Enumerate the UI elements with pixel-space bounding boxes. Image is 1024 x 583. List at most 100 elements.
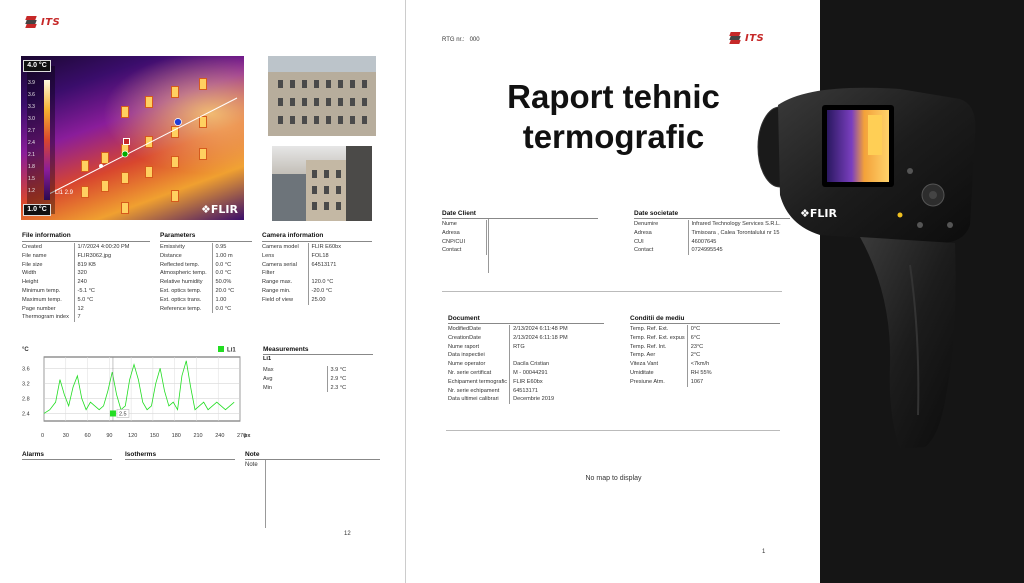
note-title: Note bbox=[245, 451, 260, 458]
row-label: File name bbox=[22, 252, 47, 259]
table-row: CNP/CUI bbox=[442, 237, 492, 247]
row-value: 12 bbox=[73, 304, 132, 314]
table-row: Emissivity 0.95 bbox=[160, 243, 237, 252]
row-value: 0°C bbox=[686, 325, 714, 334]
x-tick-label: 240 bbox=[215, 433, 224, 439]
row-value: 0.0 °C bbox=[211, 260, 237, 270]
table-row: Range min. -20.0 °C bbox=[262, 286, 344, 296]
table-row: Ext. optics trans. 1.00 bbox=[160, 295, 237, 305]
table-row: ModifiedDate 2/13/2024 6:11:48 PM bbox=[448, 325, 570, 334]
camera-info-table: Camera model FLIR E60bx Lens FOL18 Camera se… bbox=[262, 243, 344, 305]
x-tick-label: 90 bbox=[106, 433, 112, 439]
parameters-table: Emissivity 0.95 Distance 1.00 m Reflected te… bbox=[160, 243, 237, 314]
scale-tick-label: 1.5 bbox=[28, 176, 35, 182]
map-placeholder: No map to display bbox=[585, 475, 642, 482]
row-value: 2/13/2024 6:11:18 PM bbox=[509, 333, 570, 343]
table-row: Adresa bbox=[442, 228, 492, 238]
table-row: Maximum temp. 5.0 °C bbox=[22, 295, 132, 305]
row-value: 2°C bbox=[686, 351, 714, 361]
row-label: Temp. Aer bbox=[630, 352, 656, 359]
x-tick-label: 120 bbox=[128, 433, 137, 439]
row-label: Reference temp. bbox=[160, 305, 202, 312]
camera-info-title: Camera information bbox=[262, 232, 324, 239]
row-value: 320 bbox=[73, 269, 132, 279]
divider bbox=[22, 459, 112, 460]
row-value: RH 55% bbox=[686, 368, 714, 378]
row-label: Filter bbox=[262, 270, 275, 277]
table-row: Nr. serie echipament 64513171 bbox=[448, 386, 570, 396]
row-label: Temp. Ref. Ext. bbox=[630, 326, 669, 332]
x-tick-label: 180 bbox=[172, 433, 181, 439]
thermal-image[interactable]: 4.0 °C 1.0 °C Li1 2.9 ❖FLIR 3.9 3.6 3.3 3.0… bbox=[21, 56, 244, 220]
row-label: Field of view bbox=[262, 296, 294, 303]
row-label: ModifiedDate bbox=[448, 326, 481, 332]
row-label: Camera serial bbox=[262, 261, 297, 268]
row-label: CUI bbox=[634, 238, 644, 245]
file-info-table: Created 1/7/2024 4:00:20 PM File name FLIR3… bbox=[22, 243, 132, 323]
row-label: Nume bbox=[442, 221, 457, 227]
row-value: 5.0 °C bbox=[73, 295, 132, 305]
row-value: 6°C bbox=[686, 333, 714, 343]
measurements-title: Measurements bbox=[263, 346, 309, 353]
row-label: Data ultimei calibrari bbox=[448, 396, 499, 403]
row-label: Reflected temp. bbox=[160, 261, 200, 268]
hotspot-marker bbox=[123, 138, 130, 145]
row-label: File size bbox=[22, 261, 43, 268]
logo-text: ITS bbox=[41, 16, 61, 28]
divider bbox=[125, 459, 235, 460]
plot-frame bbox=[43, 356, 241, 422]
table-row: Avg 2.9 °C bbox=[263, 374, 349, 384]
rtg-number: RTG nr.: 000 bbox=[442, 37, 480, 43]
row-label: Page number bbox=[22, 305, 56, 312]
table-row: File size 819 KB bbox=[22, 260, 132, 270]
table-row: CreationDate 2/13/2024 6:11:18 PM bbox=[448, 333, 570, 343]
row-label: Data inspectiei bbox=[448, 352, 485, 359]
divider bbox=[442, 291, 782, 292]
report-page-left: ITS 4.0 °C 1.0 °C Li1 2.9 ❖FLIR 3.9 3.6 3.… bbox=[0, 0, 405, 583]
cursor-marker bbox=[109, 410, 116, 417]
row-value: FLIR E60bx bbox=[509, 377, 570, 387]
scale-tick-label: 3.6 bbox=[28, 92, 35, 98]
scale-tick-label: 3.9 bbox=[28, 80, 35, 86]
row-value: 2/13/2024 6:11:48 PM bbox=[509, 325, 570, 334]
scale-min-label: 1.0 °C bbox=[23, 204, 51, 216]
row-label: Width bbox=[22, 270, 37, 277]
row-value: 1.00 bbox=[211, 295, 237, 305]
scale-tick-label: 1.8 bbox=[28, 164, 35, 170]
line-profile-chart[interactable]: 3.63.22.82.40 30 60 90 120 150 180 210 240 270px°… bbox=[22, 343, 254, 443]
y-tick-label: 2.4 bbox=[22, 411, 30, 417]
scale-max-label: 4.0 °C bbox=[23, 60, 51, 72]
page-number: 1 bbox=[762, 549, 766, 555]
table-row: Nume raport RTG bbox=[448, 342, 570, 352]
its-logo: ITS bbox=[24, 16, 60, 28]
visual-photo-2[interactable] bbox=[272, 146, 372, 221]
row-value: -5.1 °C bbox=[73, 286, 132, 296]
table-row: Temp. Aer 2°C bbox=[630, 351, 714, 361]
parameters-title: Parameters bbox=[160, 232, 196, 239]
document-title: Document bbox=[448, 315, 480, 322]
page-number: 12 bbox=[344, 531, 351, 537]
row-value: 23°C bbox=[686, 342, 714, 352]
document-table: ModifiedDate 2/13/2024 6:11:48 PM Creation… bbox=[448, 325, 570, 405]
table-row: Reference temp. 0.0 °C bbox=[160, 304, 237, 314]
row-label: Umiditate bbox=[630, 369, 654, 376]
row-value: 3.9 °C bbox=[326, 366, 349, 375]
its-logo-icon bbox=[24, 16, 38, 28]
x-tick-label: 0 bbox=[41, 433, 44, 439]
row-value bbox=[307, 269, 344, 279]
row-value: Dacila Cristian bbox=[509, 360, 570, 369]
row-label: Presiune Atm. bbox=[630, 378, 665, 385]
row-value: M - 00044291 bbox=[509, 368, 570, 378]
visual-photo-1[interactable] bbox=[268, 56, 376, 136]
table-row: Presiune Atm. 1067 bbox=[630, 377, 714, 387]
table-row: Filter bbox=[262, 269, 344, 279]
scale-tick-label: 1.2 bbox=[28, 188, 35, 194]
y-tick-label: 3.6 bbox=[22, 366, 30, 372]
x-tick-label: 210 bbox=[193, 433, 202, 439]
row-value: -20.0 °C bbox=[307, 286, 344, 296]
table-row: Lens FOL18 bbox=[262, 251, 344, 261]
divider bbox=[442, 218, 598, 219]
divider bbox=[446, 430, 780, 431]
divider bbox=[263, 354, 373, 355]
row-value: 1.00 m bbox=[211, 251, 237, 261]
